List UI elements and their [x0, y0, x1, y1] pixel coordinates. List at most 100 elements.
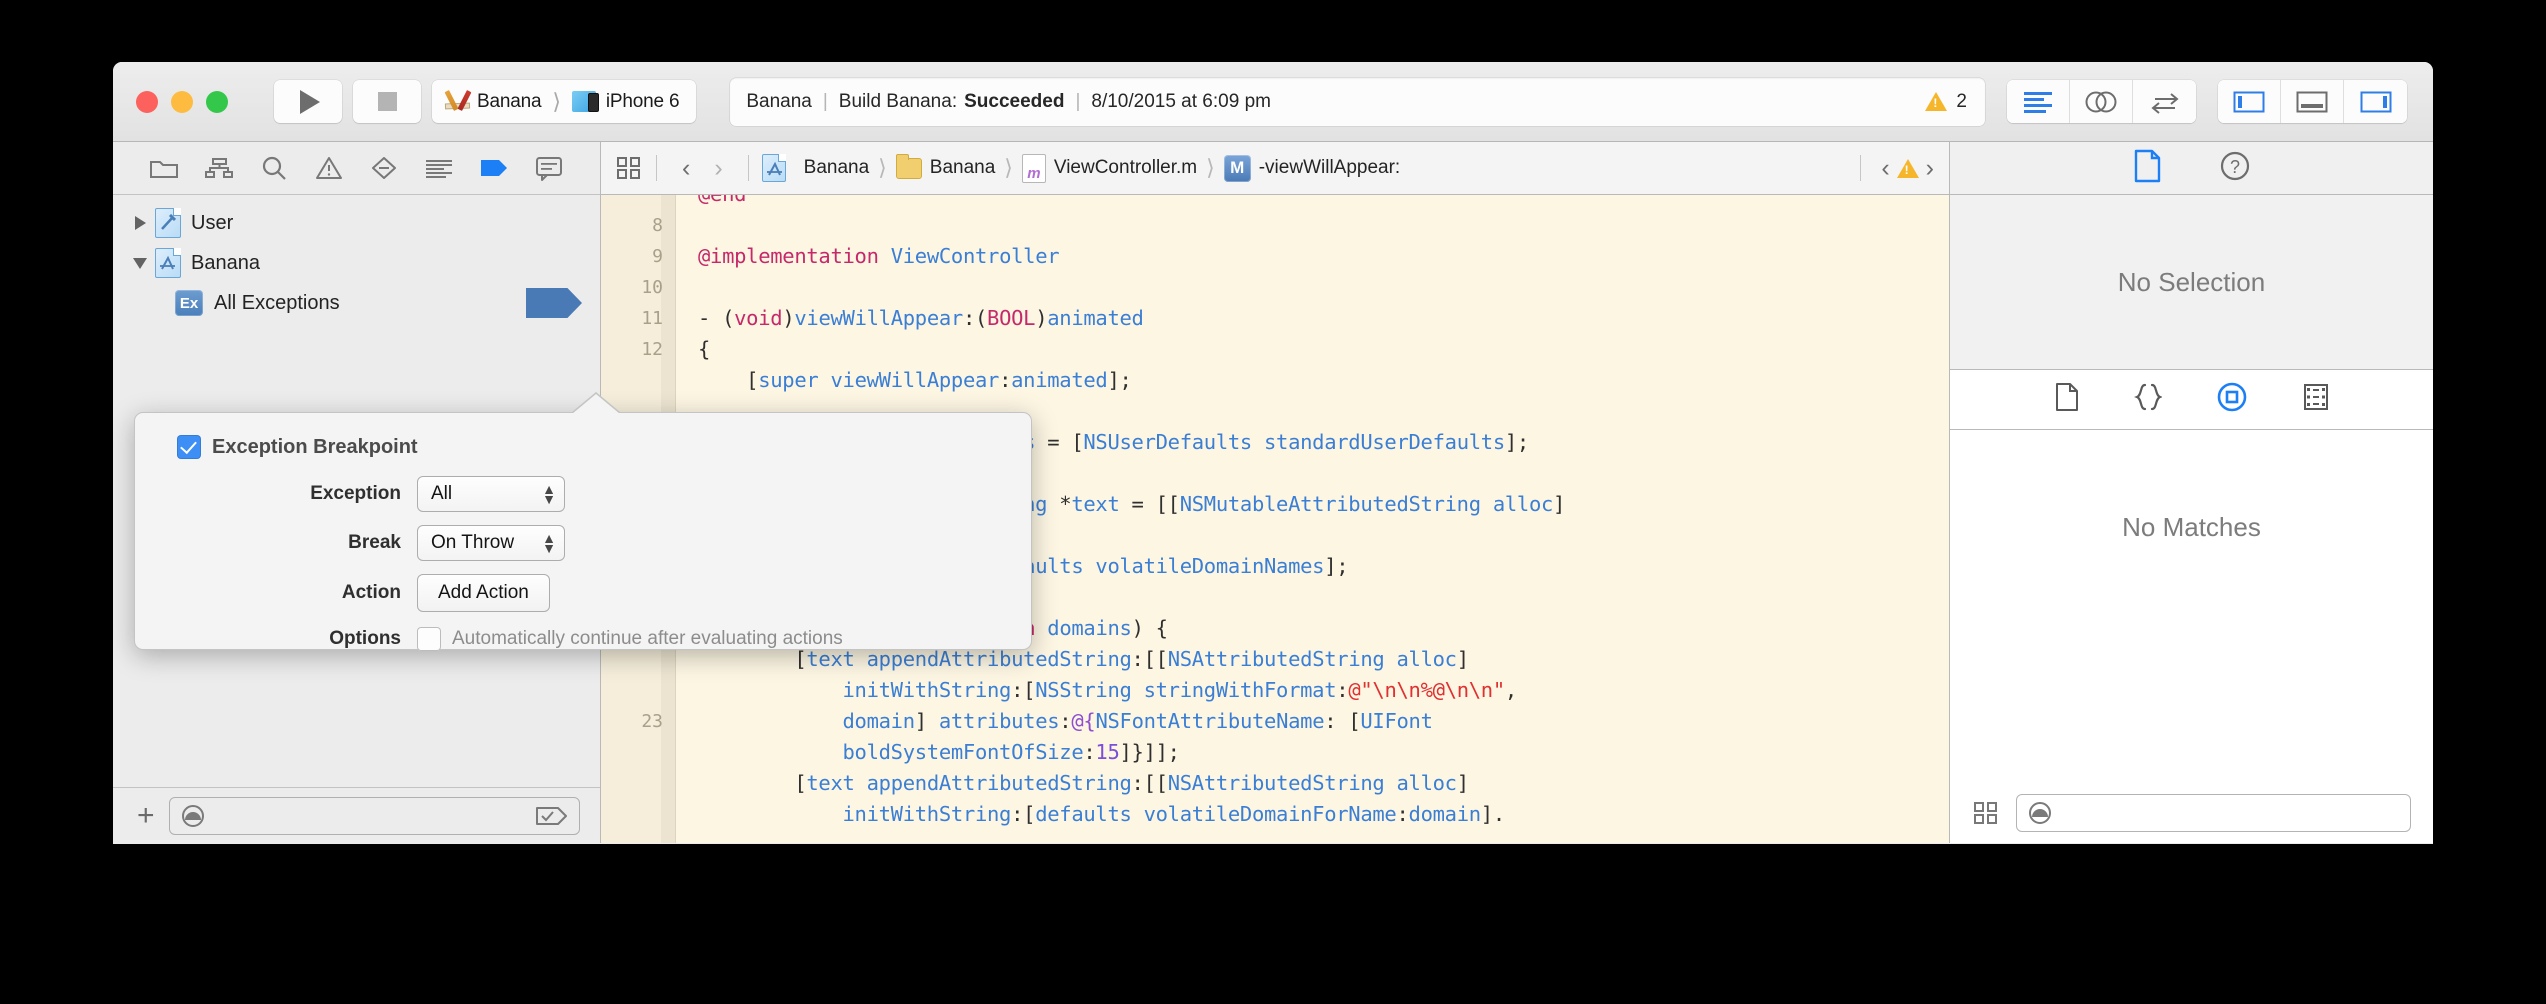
- hammer-mark-icon: [161, 214, 176, 230]
- navigator-area: User Banana Ex All Exceptions + Exceptio…: [113, 142, 1032, 843]
- braces-icon: [2133, 383, 2163, 411]
- breadcrumb-label: Banana: [929, 157, 996, 178]
- back-button[interactable]: ‹: [670, 154, 702, 183]
- breadcrumb-symbol[interactable]: M -viewWillAppear:: [1223, 154, 1401, 182]
- no-selection-label: No Selection: [2117, 266, 2266, 297]
- zoom-button[interactable]: [206, 90, 228, 113]
- object-library-tab[interactable]: [2216, 381, 2248, 418]
- speech-bubble-icon: [535, 157, 562, 181]
- auto-continue-label: Automatically continue after evaluating …: [452, 628, 843, 649]
- breadcrumb-file[interactable]: m ViewController.m: [1021, 153, 1198, 183]
- scheme-destination-label: iPhone 6: [605, 90, 680, 112]
- run-button[interactable]: [274, 80, 342, 123]
- status-project: Banana: [746, 90, 812, 112]
- activity-status-bar[interactable]: Banana | Build Banana: Succeeded | 8/10/…: [730, 77, 1985, 126]
- break-value: On Throw: [431, 532, 515, 553]
- add-action-label: Add Action: [438, 582, 529, 603]
- line-number: 12: [641, 339, 663, 360]
- breakpoint-enabled-arrow[interactable]: [526, 288, 582, 318]
- scheme-selector[interactable]: Banana ⟩ iPhone 6: [432, 80, 697, 123]
- toggle-navigator-button[interactable]: [2218, 80, 2281, 123]
- report-navigator-tab[interactable]: [421, 150, 457, 186]
- toggle-debug-area-button[interactable]: [2281, 80, 2344, 123]
- status-warning-group[interactable]: 2: [1925, 91, 1967, 113]
- navigator-tab-bar: [113, 142, 600, 195]
- search-icon: [263, 156, 286, 180]
- break-popup-button[interactable]: On Throw ▲ ▼: [417, 525, 565, 561]
- breadcrumb-label: -viewWillAppear:: [1258, 157, 1401, 178]
- next-issue-button[interactable]: ›: [1919, 154, 1941, 183]
- breadcrumb-separator-icon: ⟩: [878, 155, 887, 180]
- navigator-filter-bar: +: [113, 787, 600, 843]
- media-filmstrip-icon: [2303, 384, 2328, 410]
- forward-button[interactable]: ›: [702, 154, 734, 183]
- break-label: Break: [348, 532, 401, 553]
- file-inspector-tab[interactable]: [2133, 149, 2163, 188]
- issue-stepper-group: ‹ ›: [1847, 154, 1941, 183]
- hierarchy-icon: [205, 158, 234, 178]
- jumpbar-divider: [656, 155, 657, 181]
- symbol-navigator-tab[interactable]: [201, 150, 237, 186]
- test-navigator-tab[interactable]: [366, 150, 402, 186]
- breakpoint-arrow-icon: [480, 160, 507, 176]
- status-divider-1: |: [822, 90, 828, 112]
- toggle-utilities-button[interactable]: [2344, 80, 2407, 123]
- library-grid-icon[interactable]: [1972, 799, 2000, 827]
- navigator-row-label: Banana: [191, 251, 260, 274]
- previous-issue-button[interactable]: ‹: [1874, 154, 1896, 183]
- utilities-area: ? No Selection No Matches: [1949, 142, 2433, 843]
- navigator-row-banana[interactable]: Banana: [113, 243, 600, 283]
- scheme-destination[interactable]: iPhone 6: [571, 90, 680, 113]
- add-breakpoint-button[interactable]: +: [137, 800, 155, 831]
- quick-help-inspector-tab[interactable]: ?: [2219, 150, 2251, 187]
- find-navigator-tab[interactable]: [256, 150, 292, 186]
- library-content: No Matches: [1950, 430, 2433, 783]
- filter-tag-icon: [536, 806, 567, 825]
- add-action-button[interactable]: Add Action: [417, 574, 550, 612]
- line-number: [601, 195, 663, 210]
- status-divider-2: |: [1075, 90, 1081, 112]
- exception-badge-icon: Ex: [175, 290, 203, 316]
- breakpoint-enabled-checkbox[interactable]: [177, 435, 201, 459]
- auto-continue-checkbox[interactable]: [417, 627, 441, 651]
- minimize-button[interactable]: [171, 90, 193, 113]
- related-items-icon[interactable]: [615, 154, 643, 182]
- library-tab-bar: [1950, 370, 2433, 430]
- line-number: 9: [652, 246, 663, 267]
- breakpoint-navigator-tab[interactable]: [476, 150, 512, 186]
- log-navigator-tab[interactable]: [531, 150, 567, 186]
- code-snippet-library-tab[interactable]: [2133, 382, 2163, 417]
- svg-text:?: ?: [2229, 157, 2239, 177]
- editor-mode-group: [2007, 80, 2196, 123]
- breadcrumb-project[interactable]: Banana: [761, 154, 869, 182]
- view-toggle-group: [2218, 80, 2407, 123]
- folder-icon: [150, 161, 179, 178]
- line-number: [601, 365, 663, 396]
- close-button[interactable]: [136, 90, 158, 113]
- line-number: [601, 737, 663, 768]
- project-navigator-tab[interactable]: [146, 150, 182, 186]
- exception-popup-button[interactable]: All ▲ ▼: [417, 476, 565, 512]
- stop-button[interactable]: [353, 80, 421, 123]
- assistant-editor-button[interactable]: [2070, 80, 2133, 123]
- disclosure-triangle-expanded-icon[interactable]: [129, 257, 151, 269]
- issue-navigator-tab[interactable]: [311, 150, 347, 186]
- navigator-row-user[interactable]: User: [113, 203, 600, 243]
- standard-editor-button[interactable]: [2007, 80, 2070, 123]
- media-library-tab[interactable]: [2302, 382, 2330, 417]
- navigator-row-all-exceptions[interactable]: Ex All Exceptions: [113, 283, 600, 323]
- breakpoint-filter-field[interactable]: [168, 796, 580, 835]
- library-filter-field[interactable]: [2016, 794, 2411, 832]
- version-editor-button[interactable]: [2133, 80, 2196, 123]
- disclosure-triangle-collapsed-icon[interactable]: [129, 216, 151, 230]
- popover-title: Exception Breakpoint: [212, 435, 418, 458]
- breadcrumb-label: ViewController.m: [1053, 157, 1198, 178]
- file-template-library-tab[interactable]: [2054, 382, 2080, 417]
- scheme-target-label: Banana: [477, 90, 542, 112]
- jumpbar-divider: [1860, 155, 1862, 181]
- xcode-mark-icon: [160, 255, 175, 270]
- editor-warning-icon[interactable]: [1896, 158, 1919, 178]
- scheme-target[interactable]: Banana: [444, 89, 542, 114]
- breadcrumb-folder[interactable]: Banana: [895, 153, 996, 179]
- jumpbar-divider: [747, 155, 749, 181]
